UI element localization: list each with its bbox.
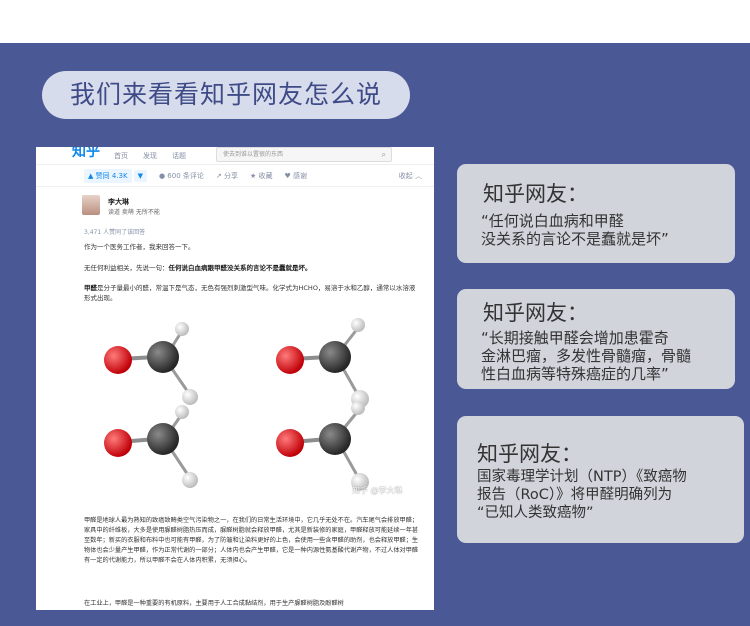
author-bio: 读道 卖萌 无所不能: [108, 209, 160, 216]
para2-prefix: 无任何利益相关，先说一句：: [84, 264, 169, 272]
nav-home[interactable]: 首页: [114, 151, 128, 161]
answer-para-2: 无任何利益相关，先说一句：任何说白血病跟甲醛没关系的言论不是蠢就是坏。: [84, 263, 420, 273]
heart-icon: ♥: [284, 171, 294, 180]
para2-bold: 任何说白血病跟甲醛没关系的言论不是蠢就是坏。: [168, 264, 312, 272]
formaldehyde-models-image: [104, 318, 369, 491]
author-name[interactable]: 李大琳: [108, 197, 129, 207]
share-icon: ↗: [215, 171, 224, 180]
favorite-label: 收藏: [258, 171, 273, 180]
star-icon: ★: [249, 171, 259, 180]
zhihu-logo[interactable]: 知乎: [72, 147, 100, 161]
share-button[interactable]: ↗ 分享: [216, 171, 238, 181]
headline-pill: 我们来看看知乎网友怎么说: [42, 71, 410, 119]
quote-card-2: 知乎网友： “长期接触甲醛会增加患霍奇 金淋巴瘤，多发性骨髓瘤，骨髓 性白血病等…: [457, 289, 735, 389]
fold-button[interactable]: 收起 ︿: [399, 171, 422, 181]
para3-rest: 是分子量最小的醛，常温下是气态，无色有强烈刺激型气味。化学式为HCHO，易溶于水…: [84, 284, 416, 302]
answer-action-bar: ▲ 赞同 4.3K ▼ ● 600 条评论 ↗ 分享 ★ 收藏 ♥ 感谢 收起 …: [36, 165, 434, 187]
nav-discover[interactable]: 发现: [143, 151, 157, 161]
card-quote: “长期接触甲醛会增加患霍奇 金淋巴瘤，多发性骨髓瘤，骨髓 性白血病等特殊癌症的几…: [481, 329, 692, 383]
answer-para-5: 在工业上，甲醛是一种重要的有机原料，主要用于人工合成黏结剂，用于生产脲醛树脂及酚…: [84, 600, 344, 607]
favorite-button[interactable]: ★ 收藏: [250, 171, 273, 181]
molecule-3: [104, 405, 198, 488]
zhihu-top-nav: 知乎 首页 发现 话题 使去到谁以置很的东西 ⌕: [36, 147, 434, 165]
quote-card-3: 知乎网友： 国家毒理学计划（NTP）《致癌物 报告（RoC）》将甲醛明确列为 “…: [457, 416, 744, 543]
vote-down-button[interactable]: ▼: [133, 169, 147, 182]
molecule-1: [104, 322, 198, 405]
quote-card-1: 知乎网友： “任何说白血病和甲醛 没关系的言论不是蠢就是坏”: [457, 164, 735, 263]
agree-count: 3,471 人赞同了该回答: [84, 229, 146, 236]
thanks-label: 感谢: [293, 171, 308, 180]
answer-para-4: 甲醛是地球人最为熟知的致癌致畸类空气污染物之一，在我们的日常生活环境中，它几乎无…: [84, 517, 419, 564]
card-title: 知乎网友：: [483, 182, 588, 206]
card-title: 知乎网友：: [477, 442, 582, 466]
answer-para-1: 作为一个医务工作者，我来回答一下。: [84, 243, 195, 251]
thanks-button[interactable]: ♥ 感谢: [285, 171, 308, 181]
card-quote: “任何说白血病和甲醛 没关系的言论不是蠢就是坏”: [481, 212, 669, 248]
avatar[interactable]: [82, 195, 100, 215]
answer-para-3: 甲醛是分子量最小的醛，常温下是气态，无色有强烈刺激型气味。化学式为HCHO，易溶…: [84, 283, 420, 303]
page: 我们来看看知乎网友怎么说 知乎 首页 发现 话题 使去到谁以置很的东西 ⌕ ▲ …: [0, 0, 750, 626]
answer-author: 李大琳 读道 卖萌 无所不能: [36, 195, 434, 221]
card-title: 知乎网友：: [483, 301, 588, 325]
zhihu-watermark: 知乎 @李大琳: [352, 486, 403, 495]
nav-topics[interactable]: 话题: [172, 151, 186, 161]
card-quote: 国家毒理学计划（NTP）《致癌物 报告（RoC）》将甲醛明确列为 “已知人类致癌…: [477, 469, 687, 521]
comments-label: 600 条评论: [167, 171, 204, 180]
search-input[interactable]: 使去到谁以置很的东西 ⌕: [216, 147, 392, 162]
molecule-2: [276, 318, 369, 408]
search-icon[interactable]: ⌕: [382, 148, 386, 161]
molecule-4: [276, 401, 369, 491]
share-label: 分享: [223, 171, 238, 180]
para3-bold: 甲醛: [84, 284, 97, 292]
vote-up-button[interactable]: ▲ 赞同 4.3K: [84, 168, 132, 183]
search-placeholder: 使去到谁以置很的东西: [223, 151, 284, 158]
zhihu-screenshot: 知乎 首页 发现 话题 使去到谁以置很的东西 ⌕ ▲ 赞同 4.3K ▼ ● 6…: [36, 147, 434, 610]
comments-button[interactable]: ● 600 条评论: [159, 171, 204, 181]
